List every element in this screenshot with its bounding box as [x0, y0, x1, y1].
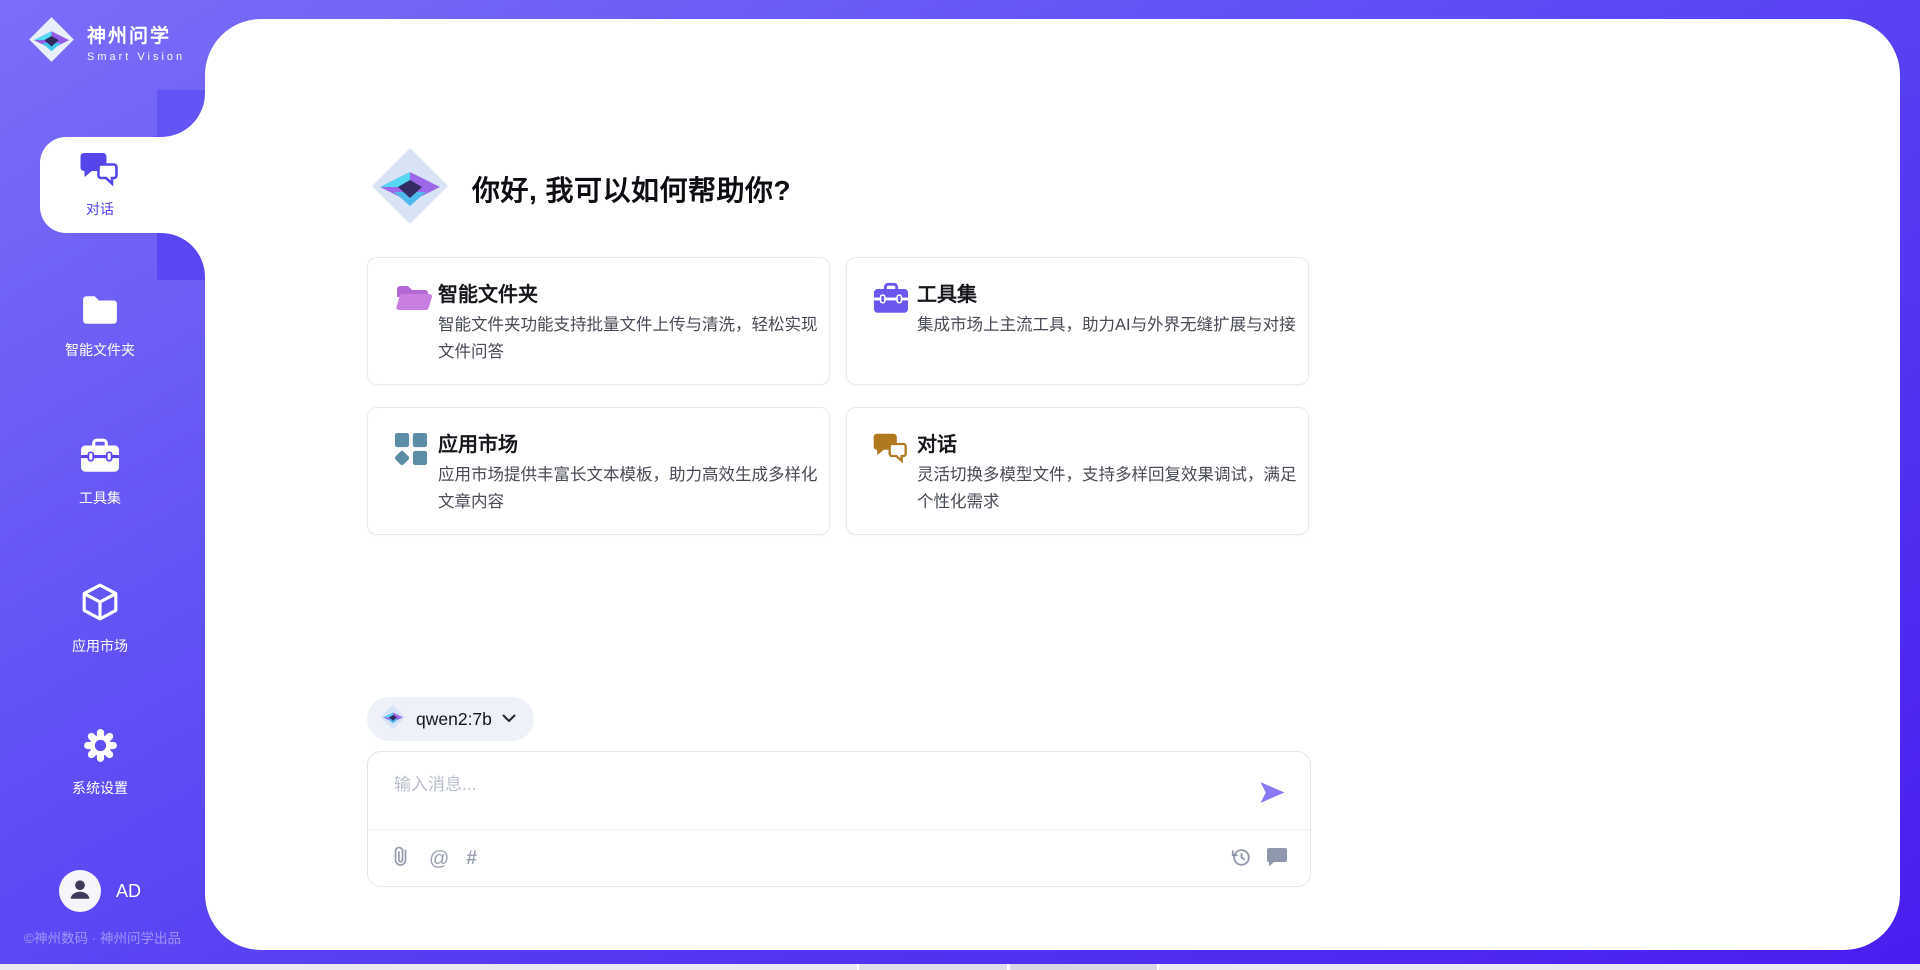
paperclip-icon	[392, 844, 412, 873]
card-description: 应用市场提供丰富长文本模板，助力高效生成多样化文章内容	[438, 462, 820, 515]
brand-name: 神州问学	[87, 21, 185, 48]
app-grid-icon	[394, 432, 428, 471]
copyright-footer: ©神州数码 · 神州问学出品	[0, 927, 205, 947]
user-account[interactable]: AD	[0, 870, 200, 912]
content-area: 你好, 我可以如何帮助你? 智能文件夹 智能文件夹功能支持批量文件上传与清洗，轻…	[367, 0, 1311, 931]
brand-logo-block: 神州问学 Smart Vision	[28, 16, 185, 68]
send-icon	[1259, 793, 1286, 808]
avatar	[59, 870, 101, 912]
history-clock-icon	[1230, 846, 1252, 873]
briefcase-icon	[873, 282, 909, 320]
send-button[interactable]	[1258, 780, 1286, 806]
chevron-down-icon	[502, 710, 516, 728]
card-title: 工具集	[917, 278, 977, 307]
sidebar-item-app-market[interactable]: 应用市场	[0, 582, 200, 656]
attachment-button[interactable]	[392, 844, 412, 873]
card-description: 智能文件夹功能支持批量文件上传与清洗，轻松实现文件问答	[438, 312, 820, 365]
sidebar-item-label: 系统设置	[72, 778, 128, 798]
app-window: 神州问学 Smart Vision 对话 智能文件夹	[0, 0, 1920, 970]
briefcase-icon	[80, 438, 120, 479]
tab-fillet-top	[157, 90, 205, 137]
folder-open-icon	[394, 282, 432, 317]
message-composer: @ #	[367, 751, 1311, 887]
card-title: 对话	[917, 428, 957, 457]
user-name: AD	[116, 881, 141, 902]
greeting-block: 你好, 我可以如何帮助你?	[370, 146, 791, 231]
card-smart-folder[interactable]: 智能文件夹 智能文件夹功能支持批量文件上传与清洗，轻松实现文件问答	[367, 257, 830, 385]
model-selector[interactable]: qwen2:7b	[367, 697, 534, 741]
card-toolkit[interactable]: 工具集 集成市场上主流工具，助力AI与外界无缝扩展与对接	[846, 257, 1309, 385]
conversation-button[interactable]	[1266, 847, 1288, 872]
sidebar-item-toolkit[interactable]: 工具集	[0, 438, 200, 508]
sidebar-item-label: 应用市场	[72, 636, 128, 656]
feature-cards: 智能文件夹 智能文件夹功能支持批量文件上传与清洗，轻松实现文件问答 工具集 集成…	[367, 257, 1311, 535]
brand-subtitle: Smart Vision	[87, 51, 185, 63]
chat-bubbles-icon	[873, 432, 909, 469]
mention-button[interactable]: @	[429, 849, 449, 869]
card-app-market[interactable]: 应用市场 应用市场提供丰富长文本模板，助力高效生成多样化文章内容	[367, 407, 830, 535]
person-icon	[67, 876, 93, 907]
assistant-diamond-icon	[370, 146, 450, 231]
taskbar-strip	[0, 964, 1920, 970]
hashtag-button[interactable]: #	[466, 849, 477, 868]
model-diamond-icon	[380, 704, 406, 735]
sidebar-item-label: 对话	[86, 199, 114, 219]
greeting-title: 你好, 我可以如何帮助你?	[472, 169, 791, 209]
sidebar-item-label: 智能文件夹	[65, 340, 135, 360]
brand-diamond-icon	[28, 16, 75, 68]
tab-fillet-bottom	[157, 233, 205, 280]
card-description: 集成市场上主流工具，助力AI与外界无缝扩展与对接	[917, 312, 1299, 339]
sidebar-item-chat[interactable]: 对话	[40, 137, 210, 233]
cube-icon	[81, 582, 119, 627]
composer-divider	[368, 829, 1310, 830]
sidebar-item-smart-folder[interactable]: 智能文件夹	[0, 294, 200, 360]
folder-icon	[81, 294, 119, 331]
message-input[interactable]	[394, 768, 1214, 802]
card-chat[interactable]: 对话 灵活切换多模型文件，支持多样回复效果调试，满足个性化需求	[846, 407, 1309, 535]
card-description: 灵活切换多模型文件，支持多样回复效果调试，满足个性化需求	[917, 462, 1299, 515]
history-button[interactable]	[1230, 846, 1252, 873]
sidebar-item-settings[interactable]: 系统设置	[0, 727, 200, 798]
card-title: 应用市场	[438, 428, 518, 457]
gear-icon	[82, 727, 119, 769]
taskbar-segment	[857, 964, 1009, 970]
chat-bubble-icon	[1266, 847, 1288, 872]
chat-bubbles-icon	[79, 151, 121, 192]
taskbar-segment	[1011, 964, 1159, 970]
model-name: qwen2:7b	[416, 709, 492, 730]
card-title: 智能文件夹	[438, 278, 538, 307]
sidebar-item-label: 工具集	[79, 488, 121, 508]
